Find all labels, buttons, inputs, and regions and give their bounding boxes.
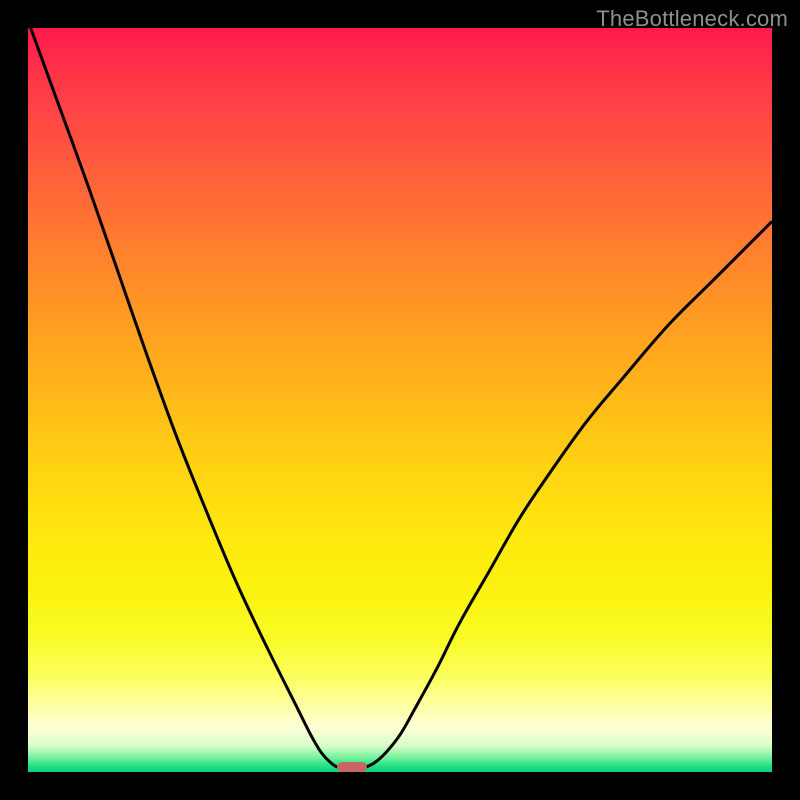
curve-layer [28,28,772,772]
plot-area [28,28,772,772]
bottleneck-marker [337,762,367,772]
curve-left-branch [28,28,340,768]
curve-right-branch [363,221,772,768]
chart-frame: TheBottleneck.com [0,0,800,800]
